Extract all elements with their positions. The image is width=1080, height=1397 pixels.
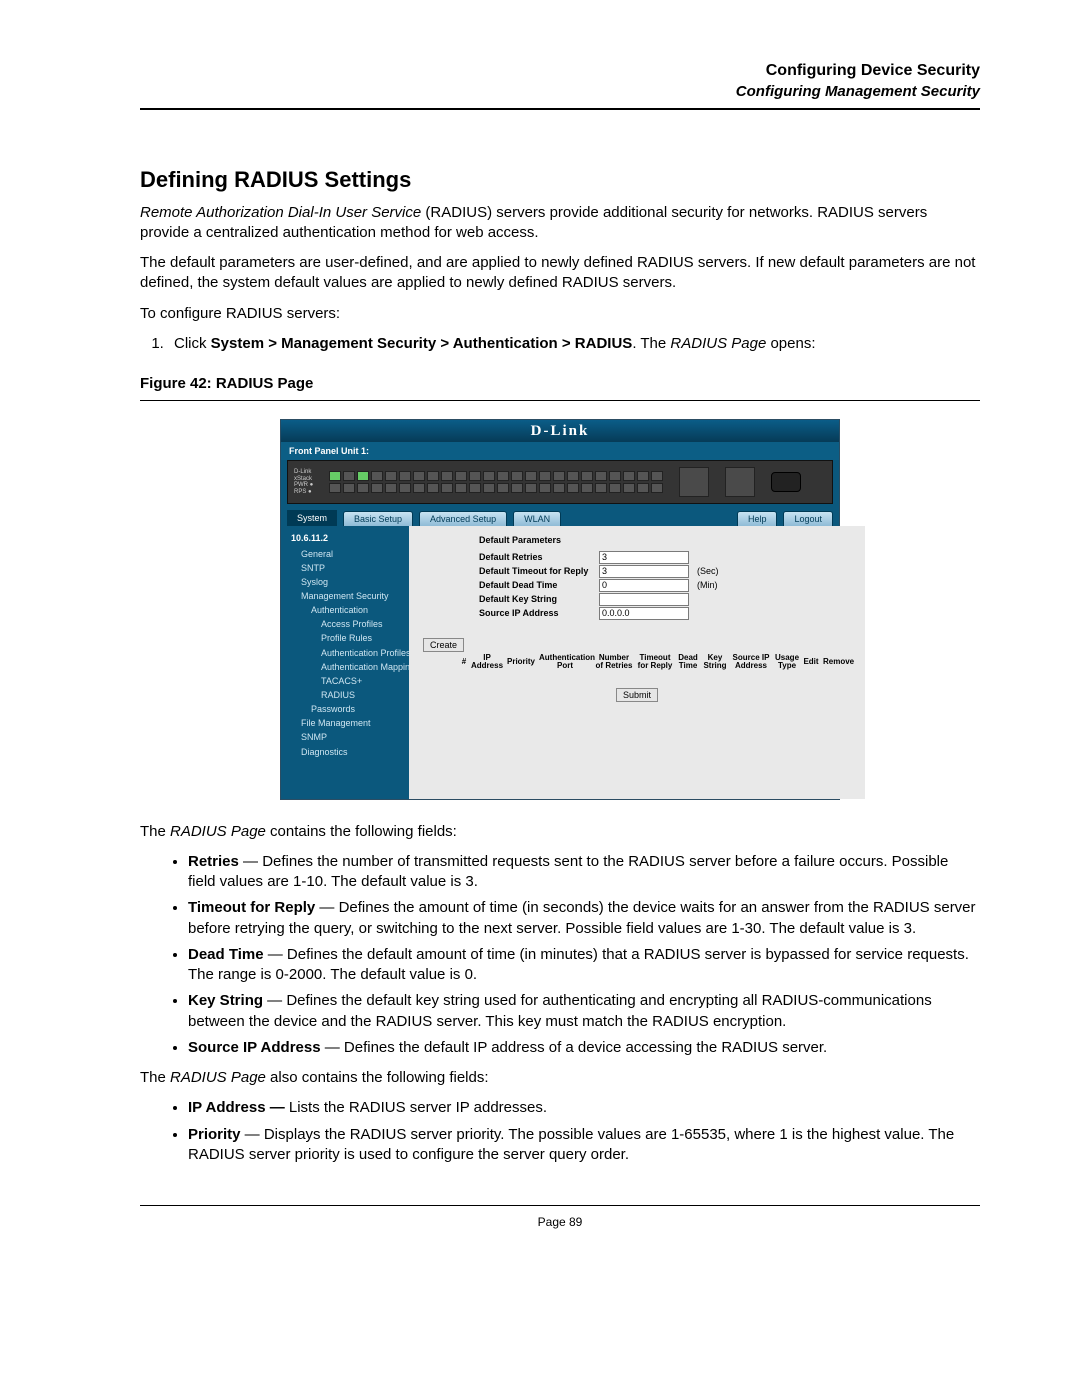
figure-rule xyxy=(140,400,980,401)
sidebar-item-authentication[interactable]: Authentication xyxy=(291,603,405,617)
sidebar-item-auth-profiles[interactable]: Authentication Profiles xyxy=(291,646,405,660)
section-heading: Defining RADIUS Settings xyxy=(140,165,980,195)
tab-system[interactable]: System xyxy=(287,510,337,526)
unit-default-deadtime: (Min) xyxy=(697,579,718,591)
serial-port-icon xyxy=(771,472,801,492)
input-source-ip[interactable] xyxy=(599,607,689,620)
bullet-priority: Priority — Displays the RADIUS server pr… xyxy=(188,1125,980,1166)
sidebar-item-diagnostics[interactable]: Diagnostics xyxy=(291,745,405,759)
sidebar-item-profile-rules[interactable]: Profile Rules xyxy=(291,631,405,645)
paragraph-2: The default parameters are user-defined,… xyxy=(140,253,980,294)
form-section-title: Default Parameters xyxy=(479,534,855,546)
sidebar-item-syslog[interactable]: Syslog xyxy=(291,575,405,589)
input-default-deadtime[interactable] xyxy=(599,579,689,592)
sidebar-item-access-profiles[interactable]: Access Profiles xyxy=(291,617,405,631)
tab-basic-setup[interactable]: Basic Setup xyxy=(343,511,413,526)
figure-caption: Figure 42: RADIUS Page xyxy=(140,374,980,394)
server-table-header: # IP Address Priority Authentication Por… xyxy=(459,654,855,671)
fields-intro-1: The RADIUS Page contains the following f… xyxy=(140,822,980,842)
input-default-retries[interactable] xyxy=(599,551,689,564)
bullet-timeout: Timeout for Reply — Defines the amount o… xyxy=(188,898,980,939)
header-subtitle: Configuring Management Security xyxy=(140,82,980,102)
unit-default-timeout: (Sec) xyxy=(697,565,719,577)
sidebar-item-file-mgmt[interactable]: File Management xyxy=(291,716,405,730)
device-label-col: D-LinkxStackPWR ●RPS ● xyxy=(294,469,313,495)
submit-button[interactable]: Submit xyxy=(616,688,658,702)
intro-paragraph: Remote Authorization Dial-In User Servic… xyxy=(140,203,980,244)
intro-em: Remote Authorization Dial-In User Servic… xyxy=(140,204,421,221)
bullet-keystring: Key String — Defines the default key str… xyxy=(188,991,980,1032)
sidebar-item-mgmt-security[interactable]: Management Security xyxy=(291,589,405,603)
fields-intro-2: The RADIUS Page also contains the follow… xyxy=(140,1068,980,1088)
bullet-ipaddress: IP Address — Lists the RADIUS server IP … xyxy=(188,1098,980,1118)
tab-bar: System Basic Setup Advanced Setup WLAN H… xyxy=(281,508,839,526)
tab-wlan[interactable]: WLAN xyxy=(513,511,561,526)
label-default-timeout: Default Timeout for Reply xyxy=(479,565,599,577)
front-panel-label: Front Panel Unit 1: xyxy=(281,442,839,460)
sidebar-item-tacacs[interactable]: TACACS+ xyxy=(291,674,405,688)
page-number: Page 89 xyxy=(140,1214,980,1230)
sidebar-item-passwords[interactable]: Passwords xyxy=(291,702,405,716)
sidebar-ip: 10.6.11.2 xyxy=(291,532,405,544)
sidebar-item-snmp[interactable]: SNMP xyxy=(291,730,405,744)
sidebar-item-sntp[interactable]: SNTP xyxy=(291,561,405,575)
sidebar-item-general[interactable]: General xyxy=(291,547,405,561)
input-default-timeout[interactable] xyxy=(599,565,689,578)
header-rule xyxy=(140,108,980,110)
bullet-sourceip: Source IP Address — Defines the default … xyxy=(188,1038,980,1058)
sidebar-item-radius[interactable]: RADIUS xyxy=(291,688,405,702)
radius-page-screenshot: D-Link Front Panel Unit 1: D-LinkxStackP… xyxy=(280,419,840,799)
input-default-keystring[interactable] xyxy=(599,593,689,606)
label-source-ip: Source IP Address xyxy=(479,607,599,619)
footer-rule xyxy=(140,1205,980,1206)
tab-advanced-setup[interactable]: Advanced Setup xyxy=(419,511,507,526)
header-title: Configuring Device Security xyxy=(140,60,980,82)
tab-help[interactable]: Help xyxy=(737,511,778,526)
device-front-panel: D-LinkxStackPWR ●RPS ● xyxy=(287,460,833,504)
bullet-retries: Retries — Defines the number of transmit… xyxy=(188,852,980,893)
label-default-keystring: Default Key String xyxy=(479,593,599,605)
bullet-deadtime: Dead Time — Defines the default amount o… xyxy=(188,945,980,986)
label-default-retries: Default Retries xyxy=(479,551,599,563)
sidebar-item-auth-mapping[interactable]: Authentication Mapping xyxy=(291,660,405,674)
main-panel: Default Parameters Default Retries Defau… xyxy=(409,526,865,798)
label-default-deadtime: Default Dead Time xyxy=(479,579,599,591)
brand-bar: D-Link xyxy=(281,420,839,442)
nav-sidebar: 10.6.11.2 General SNTP Syslog Management… xyxy=(281,526,409,798)
tab-logout[interactable]: Logout xyxy=(783,511,833,526)
create-button[interactable]: Create xyxy=(423,638,464,652)
paragraph-3: To configure RADIUS servers: xyxy=(140,304,980,324)
step-1: Click System > Management Security > Aut… xyxy=(168,334,980,354)
